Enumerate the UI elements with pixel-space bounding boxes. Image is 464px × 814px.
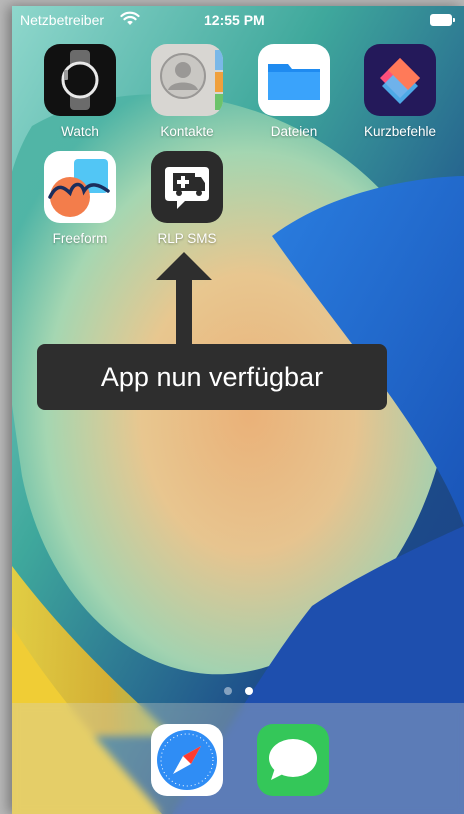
page-indicator[interactable] <box>224 682 262 700</box>
watch-icon <box>44 44 116 116</box>
app-freeform[interactable]: Freeform <box>34 151 126 246</box>
files-icon <box>258 44 330 116</box>
freeform-icon <box>44 151 116 223</box>
wifi-icon <box>120 11 140 25</box>
clock: 12:55 PM <box>204 12 265 28</box>
status-bar: Netzbetreiber 12:55 PM <box>12 6 464 34</box>
app-available-tooltip: App nun verfügbar <box>37 344 387 410</box>
shortcuts-icon <box>364 44 436 116</box>
arrow-up-icon <box>156 252 212 352</box>
dock-app-messages[interactable] <box>257 724 329 796</box>
app-watch[interactable]: Watch <box>34 44 126 139</box>
home-screen: Netzbetreiber 12:55 PM Watch Kontakte Da… <box>12 6 464 814</box>
carrier-name: Netzbetreiber <box>20 12 105 28</box>
app-shortcuts[interactable]: Kurzbefehle <box>354 44 446 139</box>
battery-icon <box>430 14 455 26</box>
app-files[interactable]: Dateien <box>248 44 340 139</box>
app-label: Dateien <box>270 124 318 139</box>
safari-icon <box>151 724 223 796</box>
contacts-icon <box>151 44 223 116</box>
ambulance-message-icon <box>151 151 223 223</box>
page-dot[interactable] <box>224 687 232 695</box>
app-label: Kurzbefehle <box>363 124 437 139</box>
app-rlp-sms[interactable]: RLP SMS <box>141 151 233 246</box>
page-dot-current[interactable] <box>245 687 254 695</box>
dock <box>12 703 464 814</box>
app-contacts[interactable]: Kontakte <box>141 44 233 139</box>
app-label: Kontakte <box>160 124 214 139</box>
app-label: RLP SMS <box>157 231 217 246</box>
app-label: Freeform <box>52 231 108 246</box>
messages-icon <box>257 724 329 796</box>
app-label: Watch <box>61 124 99 139</box>
dock-app-safari[interactable] <box>151 724 223 796</box>
